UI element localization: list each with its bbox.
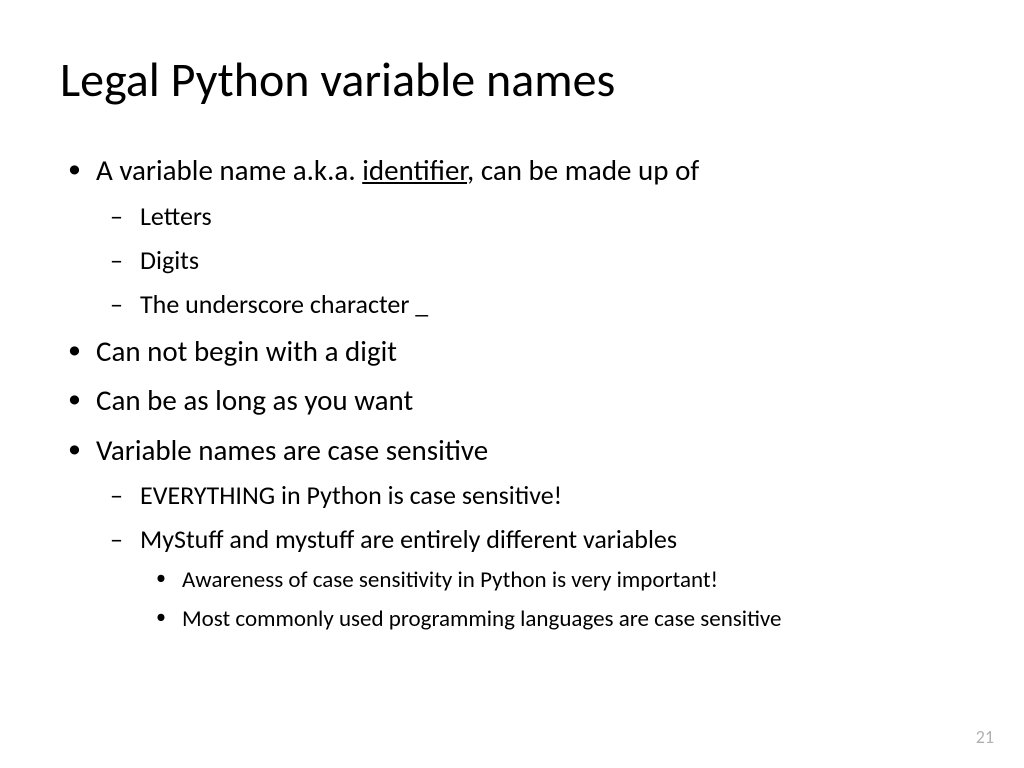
slide-title: Legal Python variable names bbox=[60, 50, 964, 109]
bullet-text: MyStuff and mystuff are entirely differe… bbox=[140, 523, 677, 555]
bullet-list-level1: A variable name a.k.a. identifier, can b… bbox=[60, 149, 964, 636]
bullet-item: A variable name a.k.a. identifier, can b… bbox=[60, 149, 964, 324]
bullet-item: Awareness of case sensitivity in Python … bbox=[140, 563, 964, 598]
bullet-text: Variable names are case sensitive bbox=[96, 432, 488, 468]
bullet-list-level2: EVERYTHING in Python is case sensitive! … bbox=[96, 476, 964, 636]
bullet-list-level3: Awareness of case sensitivity in Python … bbox=[140, 563, 964, 636]
bullet-item: Most commonly used programming languages… bbox=[140, 602, 964, 637]
bullet-item: EVERYTHING in Python is case sensitive! bbox=[96, 476, 964, 515]
bullet-text: Most commonly used programming languages… bbox=[182, 605, 782, 633]
bullet-item: Letters bbox=[96, 197, 964, 236]
slide-content: Legal Python variable names A variable n… bbox=[0, 0, 1024, 682]
bullet-text: Digits bbox=[140, 244, 199, 276]
bullet-text: Can not begin with a digit bbox=[96, 333, 397, 369]
bullet-text-pre: A variable name a.k.a. bbox=[96, 152, 362, 188]
bullet-item: MyStuff and mystuff are entirely differe… bbox=[96, 520, 964, 636]
bullet-text: Awareness of case sensitivity in Python … bbox=[182, 566, 718, 594]
bullet-text-underlined: identifier bbox=[362, 152, 467, 188]
bullet-item: Can be as long as you want bbox=[60, 379, 964, 423]
bullet-text: Can be as long as you want bbox=[96, 382, 413, 418]
bullet-text: EVERYTHING in Python is case sensitive! bbox=[140, 479, 562, 511]
bullet-item: Can not begin with a digit bbox=[60, 330, 964, 374]
bullet-item: The underscore character _ bbox=[96, 285, 964, 324]
page-number: 21 bbox=[976, 726, 994, 748]
bullet-item: Digits bbox=[96, 241, 964, 280]
bullet-text: Letters bbox=[140, 200, 212, 232]
bullet-item: Variable names are case sensitive EVERYT… bbox=[60, 429, 964, 637]
bullet-text: The underscore character _ bbox=[140, 288, 428, 320]
bullet-text-post: , can be made up of bbox=[467, 152, 699, 188]
bullet-list-level2: Letters Digits The underscore character … bbox=[96, 197, 964, 324]
